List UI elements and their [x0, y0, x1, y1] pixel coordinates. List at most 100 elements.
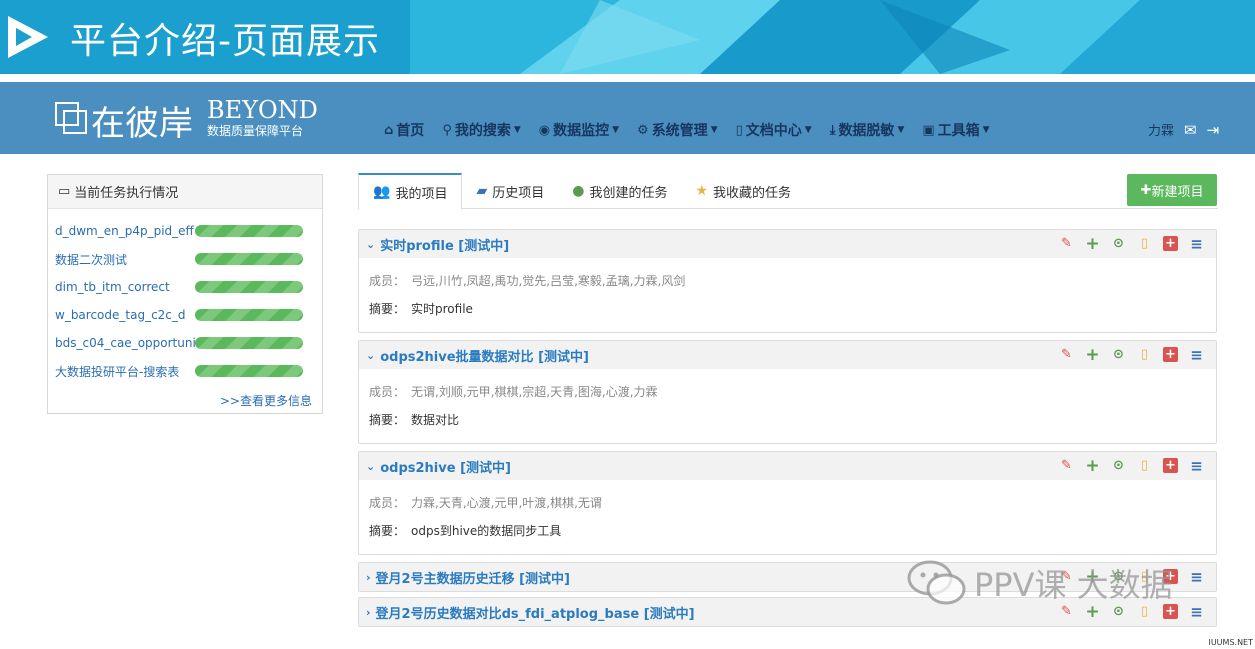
task-name[interactable]: w_barcode_tag_c2c_d — [55, 308, 195, 322]
file-icon[interactable]: ▯ — [1137, 458, 1152, 473]
summary-label: 摘要： — [369, 523, 406, 538]
plus-square-icon[interactable]: + — [1163, 236, 1178, 251]
task-status-panel: ▭ 当前任务执行情况 d_dwm_en_p4p_pid_eff 数据二次测试 d… — [47, 174, 323, 414]
folder-icon: ▰ — [476, 183, 488, 199]
tab-my-favorite-tasks[interactable]: ★ 我收藏的任务 — [681, 173, 805, 209]
brand-name-cn: 在彼岸 — [91, 104, 193, 144]
tab-label: 历史项目 — [492, 185, 545, 201]
new-project-button[interactable]: ✚ 新建项目 — [1127, 174, 1217, 206]
task-progress-fill — [195, 337, 303, 349]
nav-data-monitor[interactable]: ◉ 数据监控 ▼ — [539, 120, 619, 140]
chevron-down-icon[interactable]: ⌄ — [366, 349, 375, 362]
project-title[interactable]: 登月2号主数据历史迁移 [测试中] — [376, 568, 570, 587]
project-panel: ⌄ odps2hive [测试中] ✎ + ⊙ ▯ + ≡ 成员： 力霖,天青,… — [358, 451, 1217, 555]
members-value: 无谓,刘顺,元甲,棋棋,宗超,天青,图海,心渡,力霖 — [411, 384, 658, 399]
file-icon[interactable]: ▯ — [1137, 347, 1152, 362]
plus-icon: ✚ — [1140, 182, 1152, 198]
plus-icon[interactable]: + — [1085, 234, 1100, 254]
brand-name-en: BEYOND — [207, 96, 318, 124]
project-header[interactable]: ⌄ 实时profile [测试中] ✎ + ⊙ ▯ + ≡ — [359, 230, 1216, 258]
plus-square-icon[interactable]: + — [1163, 458, 1178, 473]
menu-icon[interactable]: ≡ — [1189, 457, 1204, 475]
mail-icon[interactable]: ✉ — [1184, 121, 1197, 139]
project-title[interactable]: odps2hive批量数据对比 [测试中] — [380, 346, 589, 365]
tab-label: 我收藏的任务 — [713, 185, 792, 201]
task-row[interactable]: w_barcode_tag_c2c_d — [55, 305, 303, 325]
plus-icon[interactable]: + — [1085, 345, 1100, 365]
nav-toolbox[interactable]: ▣ 工具箱 ▼ — [922, 120, 989, 140]
menu-icon[interactable]: ≡ — [1189, 603, 1204, 621]
task-row[interactable]: 数据二次测试 — [55, 249, 303, 269]
nav-doc-center[interactable]: ▯ 文档中心 ▼ — [736, 120, 812, 140]
watermark: PPV课 大数据 — [906, 558, 1173, 608]
chevron-down-icon[interactable]: ⌄ — [366, 460, 375, 473]
pencil-icon[interactable]: ✎ — [1059, 458, 1074, 473]
nav-system-admin[interactable]: ⚙ 系统管理 ▼ — [637, 120, 718, 140]
project-title[interactable]: odps2hive [测试中] — [380, 457, 511, 476]
download-icon: ⤓ — [829, 122, 836, 138]
project-summary: 摘要： 数据对比 — [369, 405, 1206, 433]
menu-icon[interactable]: ≡ — [1189, 235, 1204, 253]
view-more-link[interactable]: >>查看更多信息 — [220, 392, 312, 409]
play-logo-icon — [8, 16, 48, 58]
pencil-icon[interactable]: ✎ — [1059, 347, 1074, 362]
tab-history-projects[interactable]: ▰ 历史项目 — [462, 173, 558, 209]
task-progress-fill — [195, 281, 303, 293]
sign-out-icon[interactable]: ⇥ — [1207, 121, 1220, 139]
summary-value: 数据对比 — [411, 412, 460, 427]
play-circle-icon[interactable]: ⊙ — [1111, 236, 1126, 251]
task-progress-fill — [195, 309, 303, 321]
nav-my-search[interactable]: ⚲ 我的搜索 ▼ — [442, 120, 520, 140]
summary-value: odps到hive的数据同步工具 — [411, 523, 562, 538]
project-header[interactable]: ⌄ odps2hive [测试中] ✎ + ⊙ ▯ + ≡ — [359, 452, 1216, 480]
members-label: 成员： — [369, 384, 406, 399]
project-body: 成员： 无谓,刘顺,元甲,棋棋,宗超,天青,图海,心渡,力霖 摘要： 数据对比 — [359, 369, 1216, 441]
plus-square-icon[interactable]: + — [1163, 347, 1178, 362]
plus-icon[interactable]: + — [1085, 456, 1100, 476]
tab-my-created-tasks[interactable]: ● 我创建的任务 — [558, 173, 681, 209]
task-row[interactable]: bds_c04_cae_opportuni — [55, 333, 303, 353]
task-panel-header: ▭ 当前任务执行情况 — [48, 175, 322, 209]
task-progress-fill — [195, 365, 303, 377]
task-name[interactable]: d_dwm_en_p4p_pid_eff — [55, 224, 195, 238]
user-name[interactable]: 力霖 — [1148, 120, 1174, 139]
project-panel: ⌄ odps2hive批量数据对比 [测试中] ✎ + ⊙ ▯ + ≡ 成员： … — [358, 340, 1217, 444]
navbar: 在彼岸 BEYOND 数据质量保障平台 ⌂ 首页 ⚲ 我的搜索 ▼ ◉ 数据监控… — [0, 82, 1255, 154]
play-circle-icon[interactable]: ⊙ — [1111, 347, 1126, 362]
brand-subtitle: 数据质量保障平台 — [207, 124, 304, 138]
task-row[interactable]: dim_tb_itm_correct — [55, 277, 303, 297]
pencil-icon[interactable]: ✎ — [1059, 236, 1074, 251]
chevron-right-icon[interactable]: › — [366, 571, 371, 584]
nav-home[interactable]: ⌂ 首页 — [384, 120, 424, 140]
menu-icon[interactable]: ≡ — [1189, 568, 1204, 586]
wechat-icon — [907, 560, 966, 605]
caret-down-icon: ▼ — [982, 125, 990, 135]
task-name[interactable]: 大数据投研平台-搜索表 — [55, 363, 195, 380]
project-summary: 摘要： odps到hive的数据同步工具 — [369, 516, 1206, 544]
task-name[interactable]: bds_c04_cae_opportuni — [55, 336, 195, 350]
banner: 平台介绍-页面展示 — [0, 0, 1255, 74]
project-title[interactable]: 实时profile [测试中] — [380, 235, 509, 254]
project-header[interactable]: ⌄ odps2hive批量数据对比 [测试中] ✎ + ⊙ ▯ + ≡ — [359, 341, 1216, 369]
nav-data-masking[interactable]: ⤓ 数据脱敏 ▼ — [830, 120, 905, 140]
watermark-text: PPV课 大数据 — [974, 566, 1173, 604]
project-toolbar: ✎ + ⊙ ▯ + ≡ — [1059, 234, 1204, 254]
task-progress-bar — [195, 337, 303, 349]
toolbox-icon: ▣ — [922, 122, 935, 138]
task-name[interactable]: 数据二次测试 — [55, 251, 195, 268]
task-row[interactable]: 大数据投研平台-搜索表 — [55, 361, 303, 381]
file-icon[interactable]: ▯ — [1137, 236, 1152, 251]
chevron-down-icon[interactable]: ⌄ — [366, 238, 375, 251]
task-progress-bar — [195, 281, 303, 293]
chevron-right-icon[interactable]: › — [366, 606, 371, 619]
task-name[interactable]: dim_tb_itm_correct — [55, 280, 195, 294]
caret-down-icon: ▼ — [897, 125, 905, 135]
main-nav: ⌂ 首页 ⚲ 我的搜索 ▼ ◉ 数据监控 ▼ ⚙ 系统管理 ▼ ▯ 文档中心 ▼… — [384, 120, 1008, 140]
caret-down-icon: ▼ — [612, 125, 620, 135]
eye-icon: ◉ — [538, 122, 551, 138]
menu-icon[interactable]: ≡ — [1189, 346, 1204, 364]
project-title[interactable]: 登月2号历史数据对比ds_fdi_atplog_base [测试中] — [376, 603, 695, 622]
play-circle-icon[interactable]: ⊙ — [1111, 458, 1126, 473]
tab-my-projects[interactable]: 👥 我的项目 — [358, 173, 463, 210]
task-row[interactable]: d_dwm_en_p4p_pid_eff — [55, 221, 303, 241]
